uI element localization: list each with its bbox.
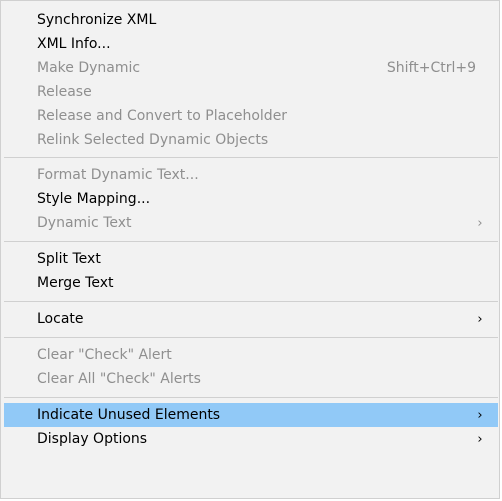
context-menu: Synchronize XML XML Info... Make Dynamic… xyxy=(0,0,500,499)
menu-item-locate[interactable]: Locate › xyxy=(4,307,498,331)
menu-item-release-convert-placeholder[interactable]: Release and Convert to Placeholder xyxy=(4,104,498,128)
menu-separator xyxy=(4,337,498,338)
menu-item-label: Synchronize XML xyxy=(37,12,157,28)
menu-item-clear-check-alert[interactable]: Clear "Check" Alert xyxy=(4,343,498,367)
menu-item-label: Indicate Unused Elements xyxy=(37,407,221,423)
menu-item-make-dynamic[interactable]: Make Dynamic Shift+Ctrl+9 xyxy=(4,56,498,80)
menu-item-label: Split Text xyxy=(37,251,101,267)
menu-item-clear-all-check-alerts[interactable]: Clear All "Check" Alerts xyxy=(4,367,498,391)
menu-item-label: Merge Text xyxy=(37,275,114,291)
menu-item-relink-dynamic-objects[interactable]: Relink Selected Dynamic Objects xyxy=(4,128,498,152)
menu-item-label: Release xyxy=(37,84,92,100)
menu-item-label: Format Dynamic Text... xyxy=(37,167,199,183)
menu-item-label: Relink Selected Dynamic Objects xyxy=(37,132,269,148)
menu-item-indicate-unused-elements[interactable]: Indicate Unused Elements › xyxy=(4,403,498,427)
menu-item-split-text[interactable]: Split Text xyxy=(4,247,498,271)
menu-item-label: Dynamic Text xyxy=(37,215,132,231)
menu-item-merge-text[interactable]: Merge Text xyxy=(4,271,498,295)
menu-separator xyxy=(4,301,498,302)
menu-item-label: Make Dynamic xyxy=(37,60,141,76)
menu-item-label: Display Options xyxy=(37,431,148,447)
menu-item-release[interactable]: Release xyxy=(4,80,498,104)
menu-separator xyxy=(4,241,498,242)
menu-item-label: Locate xyxy=(37,311,84,327)
menu-item-shortcut: Shift+Ctrl+9 xyxy=(386,60,476,76)
menu-item-label: Release and Convert to Placeholder xyxy=(37,108,288,124)
menu-item-style-mapping[interactable]: Style Mapping... xyxy=(4,187,498,211)
submenu-arrow-icon: › xyxy=(477,311,483,327)
menu-item-format-dynamic-text[interactable]: Format Dynamic Text... xyxy=(4,163,498,187)
menu-item-label: Style Mapping... xyxy=(37,191,151,207)
menu-item-display-options[interactable]: Display Options › xyxy=(4,427,498,451)
submenu-arrow-icon: › xyxy=(477,215,483,231)
menu-item-xml-info[interactable]: XML Info... xyxy=(4,32,498,56)
menu-item-dynamic-text[interactable]: Dynamic Text › xyxy=(4,211,498,235)
submenu-arrow-icon: › xyxy=(477,407,483,423)
menu-item-label: Clear All "Check" Alerts xyxy=(37,371,201,387)
submenu-arrow-icon: › xyxy=(477,431,483,447)
menu-item-synchronize-xml[interactable]: Synchronize XML xyxy=(4,8,498,32)
menu-item-label: XML Info... xyxy=(37,36,111,52)
menu-separator xyxy=(4,397,498,398)
menu-item-label: Clear "Check" Alert xyxy=(37,347,172,363)
menu-separator xyxy=(4,157,498,158)
